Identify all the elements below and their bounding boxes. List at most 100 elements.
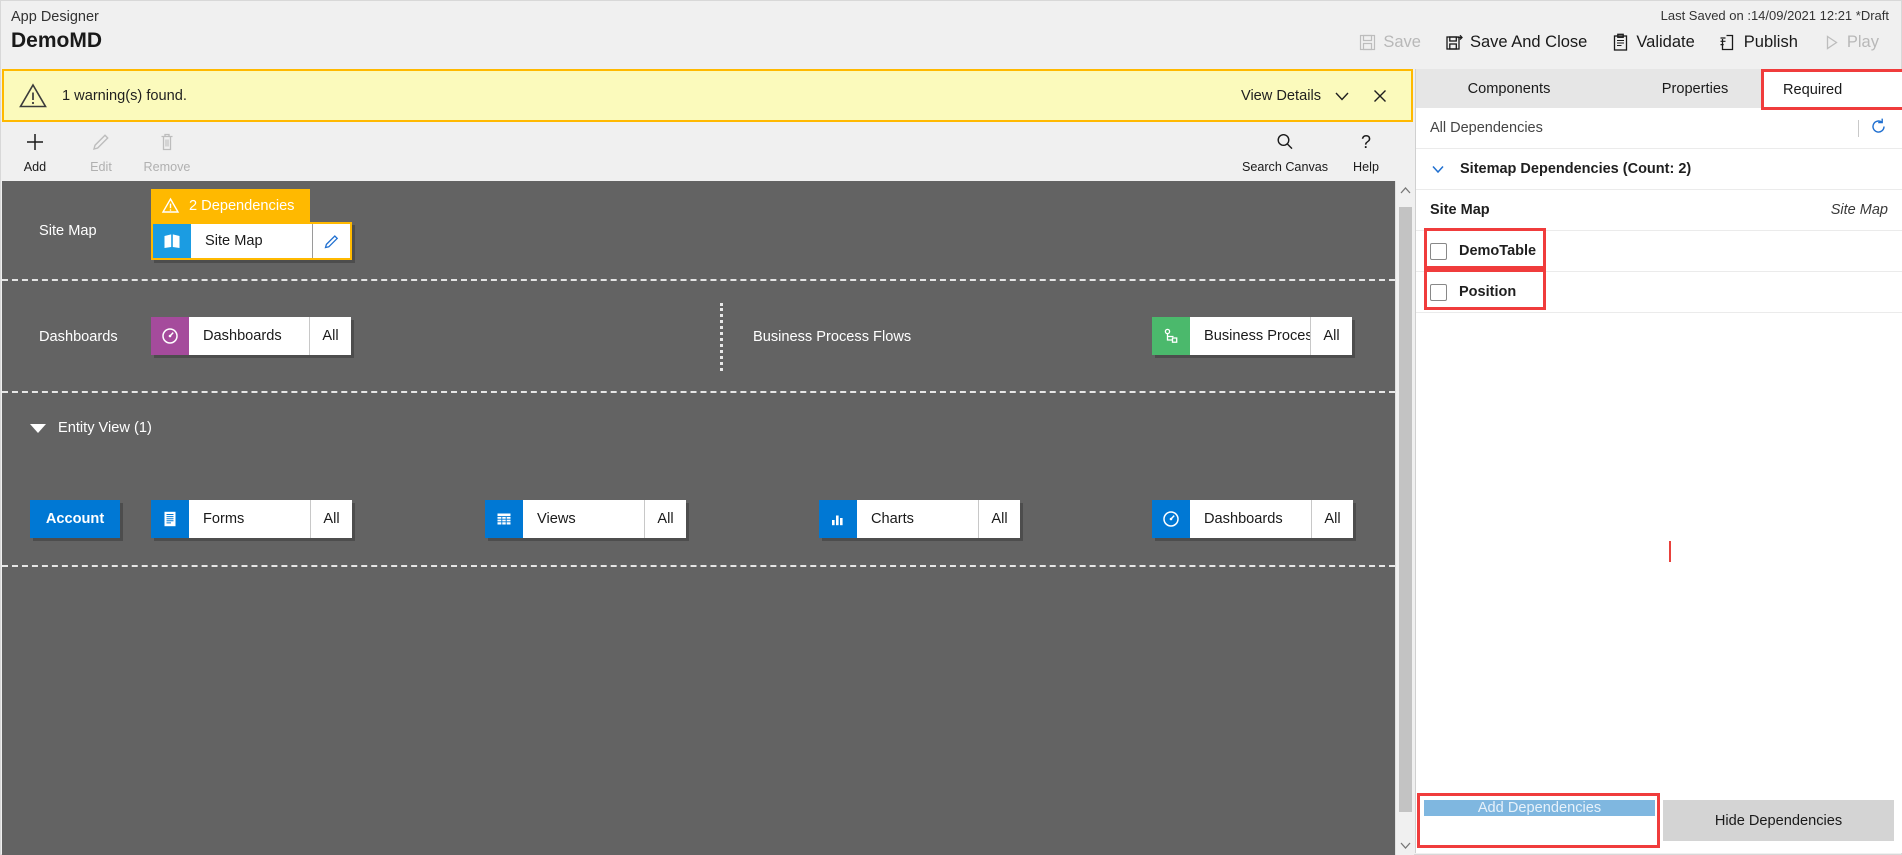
canvas-row-entity-components: Account Forms All Views All Charts All D… bbox=[2, 481, 1395, 567]
dependency-checkbox-demotable[interactable] bbox=[1430, 242, 1447, 260]
dependency-row-position[interactable]: Position bbox=[1416, 272, 1902, 313]
entity-account-button[interactable]: Account bbox=[30, 500, 120, 538]
dashboards-tile-meta: All bbox=[309, 317, 351, 355]
chevron-down-icon bbox=[1430, 161, 1446, 177]
search-canvas-label: Search Canvas bbox=[1241, 160, 1329, 174]
save-and-close-icon bbox=[1445, 33, 1464, 52]
dependency-row-demotable[interactable]: DemoTable bbox=[1416, 231, 1902, 272]
views-tile[interactable]: Views All bbox=[485, 500, 686, 538]
canvas-toolbar: Add Edit Remove Search Canvas ? Help bbox=[2, 124, 1413, 181]
close-icon[interactable] bbox=[1363, 79, 1397, 113]
canvas-vertical-scrollbar[interactable] bbox=[1395, 181, 1414, 855]
sitemap-dependencies-section[interactable]: Sitemap Dependencies (Count: 2) bbox=[1416, 149, 1902, 190]
validate-label: Validate bbox=[1636, 33, 1695, 51]
dashboards-tile-name: Dashboards bbox=[203, 328, 282, 344]
save-and-close-label: Save And Close bbox=[1469, 33, 1588, 51]
tab-required-label: Required bbox=[1783, 81, 1843, 98]
warning-triangle-icon bbox=[18, 81, 48, 111]
business-process-flows-tile[interactable]: Business Proces... All bbox=[1152, 317, 1352, 355]
dashboards-tile[interactable]: Dashboards All bbox=[151, 317, 351, 355]
help-label: Help bbox=[1353, 160, 1379, 174]
warning-triangle-icon bbox=[151, 196, 189, 215]
canvas-toolbar-right: Search Canvas ? Help bbox=[1237, 131, 1413, 174]
views-tile-name: Views bbox=[537, 511, 576, 527]
panel-sitemap-row[interactable]: Site Map Site Map bbox=[1416, 190, 1902, 231]
right-properties-panel: Components Properties Required All Depen… bbox=[1415, 69, 1902, 853]
dashboard-gauge-icon bbox=[1152, 500, 1190, 538]
sitemap-tile-edit-button[interactable] bbox=[312, 224, 350, 258]
scroll-down-arrow-icon[interactable] bbox=[1396, 836, 1415, 855]
process-flow-icon bbox=[1152, 317, 1190, 355]
edit-button[interactable]: Edit bbox=[68, 131, 134, 174]
divider bbox=[1858, 119, 1859, 137]
chevron-down-icon[interactable] bbox=[1325, 79, 1359, 113]
app-designer-window: App Designer DemoMD Last Saved on :14/09… bbox=[0, 0, 1902, 855]
svg-text:?: ? bbox=[1361, 132, 1371, 152]
dependency-name-demotable: DemoTable bbox=[1459, 243, 1537, 259]
canvas-row-dashboards: Dashboards Dashboards All Business Proce… bbox=[2, 281, 1395, 393]
add-button-label: Add bbox=[23, 160, 47, 174]
triangle-down-icon bbox=[30, 423, 46, 433]
all-dependencies-actions bbox=[1858, 117, 1888, 140]
charts-tile-meta: All bbox=[978, 500, 1020, 538]
play-button[interactable]: Play bbox=[1810, 29, 1891, 56]
trash-icon bbox=[156, 131, 178, 158]
sitemap-tile[interactable]: Site Map bbox=[151, 222, 352, 260]
add-button[interactable]: Add bbox=[2, 131, 68, 174]
all-dependencies-label: All Dependencies bbox=[1430, 120, 1543, 136]
charts-tile[interactable]: Charts All bbox=[819, 500, 1020, 538]
sitemap-dependency-count-label: 2 Dependencies bbox=[189, 197, 295, 214]
dashboards-row-label: Dashboards bbox=[39, 329, 118, 345]
help-button[interactable]: ? Help bbox=[1333, 131, 1399, 174]
entity-dashboards-tile-name: Dashboards bbox=[1204, 511, 1283, 527]
publish-button[interactable]: Publish bbox=[1707, 29, 1810, 56]
search-icon bbox=[1274, 131, 1296, 158]
save-button[interactable]: Save bbox=[1346, 29, 1433, 56]
panel-sitemap-type: Site Map bbox=[1830, 202, 1888, 218]
publish-label: Publish bbox=[1743, 33, 1798, 51]
question-mark-icon: ? bbox=[1355, 131, 1377, 158]
tab-properties-label: Properties bbox=[1661, 80, 1729, 97]
dependency-name-position: Position bbox=[1459, 284, 1517, 300]
dependency-checkbox-position[interactable] bbox=[1430, 283, 1447, 301]
right-panel-footer: Add Dependencies Hide Dependencies bbox=[1416, 793, 1902, 848]
canvas-row-sitemap: Site Map 2 Dependencies Site Map bbox=[2, 181, 1395, 281]
highlight-add-dependencies bbox=[1417, 793, 1660, 848]
warning-message: 1 warning(s) found. bbox=[62, 87, 187, 104]
hide-dependencies-label: Hide Dependencies bbox=[1714, 812, 1843, 829]
save-button-label: Save bbox=[1383, 33, 1421, 51]
sitemap-dependency-badge[interactable]: 2 Dependencies bbox=[151, 189, 311, 222]
scrollbar-thumb[interactable] bbox=[1399, 207, 1412, 812]
validate-button[interactable]: Validate bbox=[1599, 29, 1706, 56]
refresh-circular-arrow-icon[interactable] bbox=[1869, 117, 1888, 140]
last-saved-status: Last Saved on :14/09/2021 12:21 *Draft bbox=[1660, 8, 1889, 23]
tab-properties[interactable]: Properties bbox=[1602, 69, 1788, 108]
app-header: App Designer DemoMD Last Saved on :14/09… bbox=[1, 1, 1901, 67]
forms-tile[interactable]: Forms All bbox=[151, 500, 352, 538]
view-details-link[interactable]: View Details bbox=[1241, 88, 1321, 104]
views-tile-meta: All bbox=[644, 500, 686, 538]
command-bar: Save Save And Close Validate Publish Pla… bbox=[1346, 29, 1891, 56]
pencil-icon bbox=[324, 234, 339, 248]
right-panel-tabs: Components Properties Required bbox=[1416, 69, 1902, 110]
tab-required[interactable]: Required bbox=[1761, 69, 1902, 110]
bpf-row-label: Business Process Flows bbox=[753, 329, 912, 345]
remove-button[interactable]: Remove bbox=[134, 131, 200, 174]
entity-view-group-label: Entity View (1) bbox=[58, 420, 152, 436]
warning-actions: View Details bbox=[1241, 79, 1411, 113]
scroll-up-arrow-icon[interactable] bbox=[1396, 181, 1415, 200]
search-canvas-button[interactable]: Search Canvas bbox=[1237, 131, 1333, 174]
app-designer-label: App Designer bbox=[11, 9, 99, 25]
tab-components-label: Components bbox=[1467, 80, 1551, 97]
row-divider-dots bbox=[720, 303, 723, 371]
save-and-close-button[interactable]: Save And Close bbox=[1433, 29, 1599, 56]
tab-components[interactable]: Components bbox=[1416, 69, 1602, 108]
hide-dependencies-button[interactable]: Hide Dependencies bbox=[1663, 800, 1894, 841]
panel-sitemap-name: Site Map bbox=[1430, 202, 1490, 218]
entity-dashboards-tile[interactable]: Dashboards All bbox=[1152, 500, 1353, 538]
play-label: Play bbox=[1846, 33, 1879, 51]
dashboard-gauge-icon bbox=[151, 317, 189, 355]
sitemap-book-icon bbox=[153, 224, 191, 258]
entity-view-group-header[interactable]: Entity View (1) bbox=[30, 420, 152, 436]
bpf-tile-name: Business Proces... bbox=[1204, 328, 1310, 344]
